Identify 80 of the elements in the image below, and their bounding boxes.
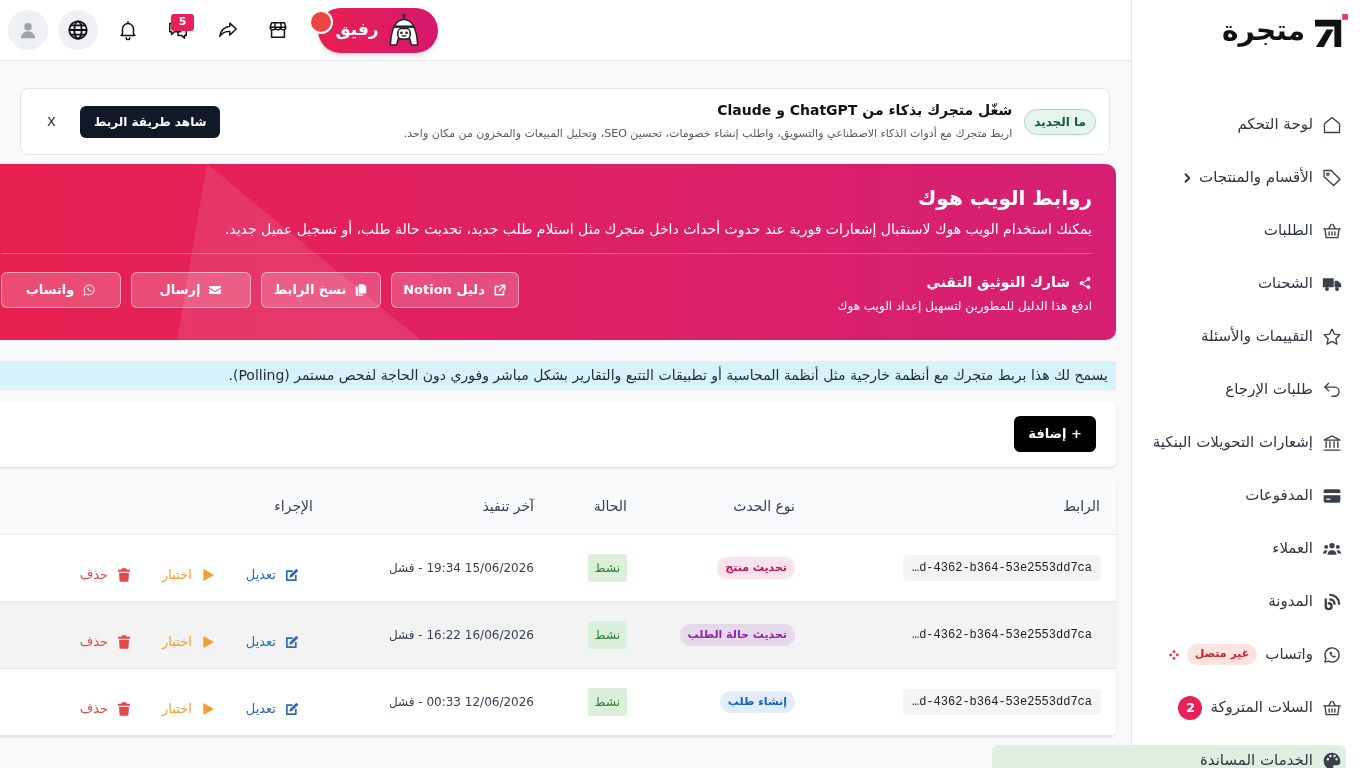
tag-icon bbox=[1322, 167, 1342, 188]
external-link-icon bbox=[492, 283, 507, 297]
add-button[interactable]: + إضافة bbox=[1014, 416, 1096, 452]
trash-icon bbox=[116, 634, 133, 650]
last-run-time: 16/06/2026 16:22 - فشل bbox=[388, 627, 534, 644]
sidebar-item[interactable]: لوحة التحكم bbox=[1237, 113, 1342, 136]
status-tag: نشط bbox=[587, 554, 627, 582]
status-tag: نشط bbox=[587, 688, 627, 716]
sidebar-item[interactable]: الأقسام والمنتجات bbox=[1199, 166, 1342, 189]
blog-icon bbox=[1322, 591, 1342, 612]
sidebar-item[interactable]: المدفوعات bbox=[1245, 484, 1342, 507]
share-button[interactable]: إرسال bbox=[131, 272, 251, 308]
share-button[interactable]: واتساب bbox=[1, 272, 121, 308]
home-icon bbox=[1322, 114, 1342, 135]
column-header: نوع الحدث bbox=[733, 496, 795, 517]
column-header: الرابط bbox=[1063, 496, 1100, 516]
event-type-tag: تحديث حالة الطلب bbox=[679, 623, 795, 647]
person-icon bbox=[18, 20, 38, 40]
column-header: الحالة bbox=[593, 496, 627, 516]
delete-link[interactable]: حذف bbox=[79, 565, 133, 585]
sidebar-item[interactable]: إشعارات التحويلات البنكية bbox=[1152, 431, 1342, 454]
language-button[interactable] bbox=[58, 10, 98, 50]
column-header: آخر تنفيذ bbox=[482, 496, 534, 517]
sidebar-item[interactable]: المدونة bbox=[1268, 590, 1342, 613]
logo-icon[interactable] bbox=[1315, 14, 1348, 47]
webhook-url: …d-4362-b364-53e2553dd7ca bbox=[902, 689, 1101, 715]
sidebar-item[interactable]: طلبات الإرجاع bbox=[1225, 378, 1342, 401]
chevron-right-icon[interactable] bbox=[1183, 171, 1191, 184]
event-type-tag: إنشاء طلب bbox=[719, 690, 795, 714]
whatsapp-icon bbox=[1322, 644, 1342, 665]
edit-icon bbox=[284, 634, 300, 650]
trash-icon bbox=[116, 701, 133, 717]
edit-link[interactable]: تعديل bbox=[245, 565, 300, 585]
share-icon bbox=[1078, 275, 1092, 290]
event-type-tag: تحديث منتج bbox=[717, 556, 795, 580]
envelope-icon bbox=[208, 283, 223, 297]
logo-text[interactable]: متجرة bbox=[1222, 16, 1305, 45]
edit-link[interactable]: تعديل bbox=[245, 632, 300, 652]
bell-icon[interactable] bbox=[117, 19, 139, 41]
watch-guide-button[interactable]: شاهد طريقة الربط bbox=[79, 105, 221, 138]
edit-icon bbox=[284, 567, 300, 583]
announcement-title: شغّل متجرك بذكاء من ChatGPT و Claude bbox=[716, 101, 1013, 121]
edit-link[interactable]: تعديل bbox=[245, 699, 300, 719]
sidebar-item[interactable]: الشحنات bbox=[1257, 272, 1342, 295]
close-button[interactable]: x bbox=[43, 110, 60, 133]
hero-description: يمكنك استخدام الويب هوك لاستقبال إشعارات فورية عند حدوث أحداث داخل متجرك مثل استلام طلب جديد، تحديث حالة طلب، أو تسجيل عميل جديد. bbox=[223, 219, 1092, 240]
hero-title: روابط الويب هوك bbox=[917, 185, 1092, 212]
delete-link[interactable]: حذف bbox=[79, 632, 133, 652]
announcement-text: اربط متجرك مع أدوات الذكاء الاصطناعي والتسويق، واطلب إنشاء خصومات، تحسين SEO، وتحليل المبيعات والمخزون من مكان واحد. bbox=[403, 126, 1013, 143]
last-run-time: 12/06/2026 00:33 - فشل bbox=[388, 694, 534, 711]
dots-icon bbox=[1168, 649, 1179, 660]
trash-icon bbox=[116, 567, 133, 583]
whatsapp-icon bbox=[82, 283, 97, 297]
assistant-button[interactable]: رفيق bbox=[318, 7, 438, 53]
copy-icon bbox=[354, 283, 369, 297]
sidebar-item[interactable]: الخدمات المساندة bbox=[1199, 749, 1342, 768]
webhook-url: …d-4362-b364-53e2553dd7ca bbox=[902, 555, 1101, 581]
sidebar-item[interactable]: الطلبات bbox=[1263, 219, 1342, 242]
edit-icon bbox=[284, 701, 300, 717]
share-title: شارك التوثيق التقني bbox=[926, 273, 1070, 293]
star-icon bbox=[1322, 326, 1342, 347]
connection-status-tag: غير متصل bbox=[1186, 644, 1258, 665]
last-run-time: 15/06/2026 19:34 - فشل bbox=[388, 560, 534, 577]
sidebar-item[interactable]: السلات المتروكة bbox=[1210, 696, 1342, 719]
sidebar-item[interactable]: العملاء bbox=[1272, 537, 1342, 560]
column-header: الإجراء bbox=[274, 496, 313, 517]
bank-icon bbox=[1322, 432, 1342, 453]
globe-icon bbox=[67, 19, 89, 41]
count-badge: 2 bbox=[1178, 695, 1203, 720]
sidebar-item[interactable]: واتساب bbox=[1265, 643, 1342, 666]
share-button[interactable]: دليل Notion bbox=[391, 272, 519, 308]
store-icon[interactable] bbox=[267, 19, 289, 41]
palette-icon bbox=[1322, 750, 1342, 768]
new-tag: ما الجديد bbox=[1024, 108, 1096, 135]
info-text: يسمح لك هذا بربط متجرك مع أنظمة خارجية مثل أنظمة المحاسبة أو تطبيقات التتبع والتقارير بشكل مباشر وفوري دون الحاجة لفحص مستمر (Polling). bbox=[228, 365, 1108, 386]
status-tag: نشط bbox=[587, 621, 627, 649]
delete-link[interactable]: حذف bbox=[79, 699, 133, 719]
message-count-badge: 5 bbox=[171, 14, 194, 31]
share-description: ادفع هذا الدليل للمطورين لتسهيل إعداد الويب هوك bbox=[837, 298, 1092, 315]
sidebar-item[interactable]: التقييمات والأسئلة bbox=[1200, 325, 1342, 348]
